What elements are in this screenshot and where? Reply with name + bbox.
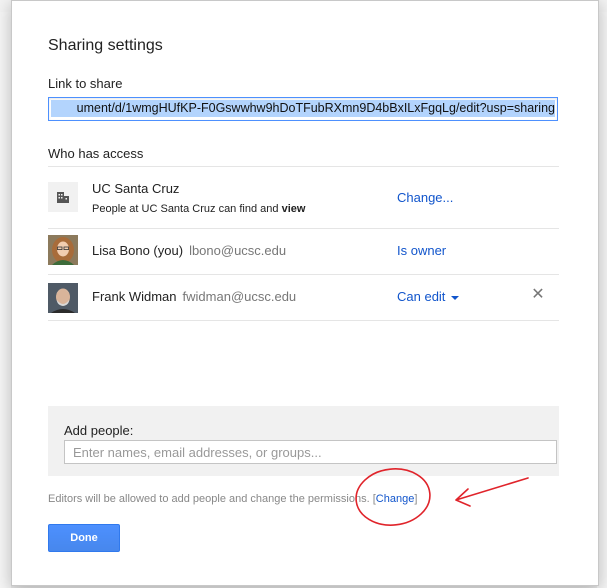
add-people-label: Add people: [64,423,134,438]
access-row-owner: Lisa Bono (you) lbono@ucsc.edu Is owner [48,228,559,274]
avatar-lisa [48,235,78,265]
editor-permission-dropdown[interactable]: Can edit [397,289,460,304]
access-row-editor: Frank Widman fwidman@ucsc.edu Can edit ✕ [48,274,559,320]
owner-access-label: Is owner [397,243,447,258]
access-description-bold: view [281,203,306,215]
add-people-panel: Add people: [48,406,559,476]
editor-email: fwidman@ucsc.edu [182,289,297,304]
add-people-input[interactable] [64,440,557,464]
share-link-field[interactable]: ument/d/1wmgHUfKP-F0Gswwhw9hDoTFubRXmn9D… [48,97,558,121]
background-left [0,12,11,588]
bracket-close: ] [414,493,418,505]
owner-name: Lisa Bono (you) [92,243,184,258]
editor-permission-label[interactable]: Can edit [397,289,445,304]
sharing-settings-dialog: Sharing settings Link to share ument/d/1… [11,0,599,586]
change-domain-access-link[interactable]: Change... [397,190,453,205]
access-description-text: People at UC Santa Cruz can find and [92,203,279,215]
editor-permissions-note: Editors will be allowed to add people an… [48,493,417,505]
avatar-frank [48,283,78,313]
done-button[interactable]: Done [48,524,120,552]
divider [48,166,559,167]
dialog-title: Sharing settings [48,37,163,54]
access-name-editor: Frank Widman fwidman@ucsc.edu [92,289,296,304]
access-name-owner: Lisa Bono (you) lbono@ucsc.edu [92,243,286,258]
link-to-share-label: Link to share [48,76,123,91]
access-name-domain: UC Santa Cruz [92,181,180,196]
chevron-down-icon[interactable] [451,295,460,300]
permissions-note-text: Editors will be allowed to add people an… [48,493,370,505]
change-permissions-link[interactable]: Change [376,493,415,505]
editor-name: Frank Widman [92,289,177,304]
building-icon [48,182,78,212]
access-row-domain: UC Santa Cruz People at UC Santa Cruz ca… [48,175,559,221]
who-has-access-label: Who has access [48,146,144,161]
owner-email: lbono@ucsc.edu [189,243,287,258]
close-icon[interactable]: ✕ [530,287,546,303]
divider [48,320,559,321]
share-link-text[interactable]: ument/d/1wmgHUfKP-F0Gswwhw9hDoTFubRXmn9D… [51,100,555,117]
access-description: People at UC Santa Cruz can find and vie… [92,203,305,215]
